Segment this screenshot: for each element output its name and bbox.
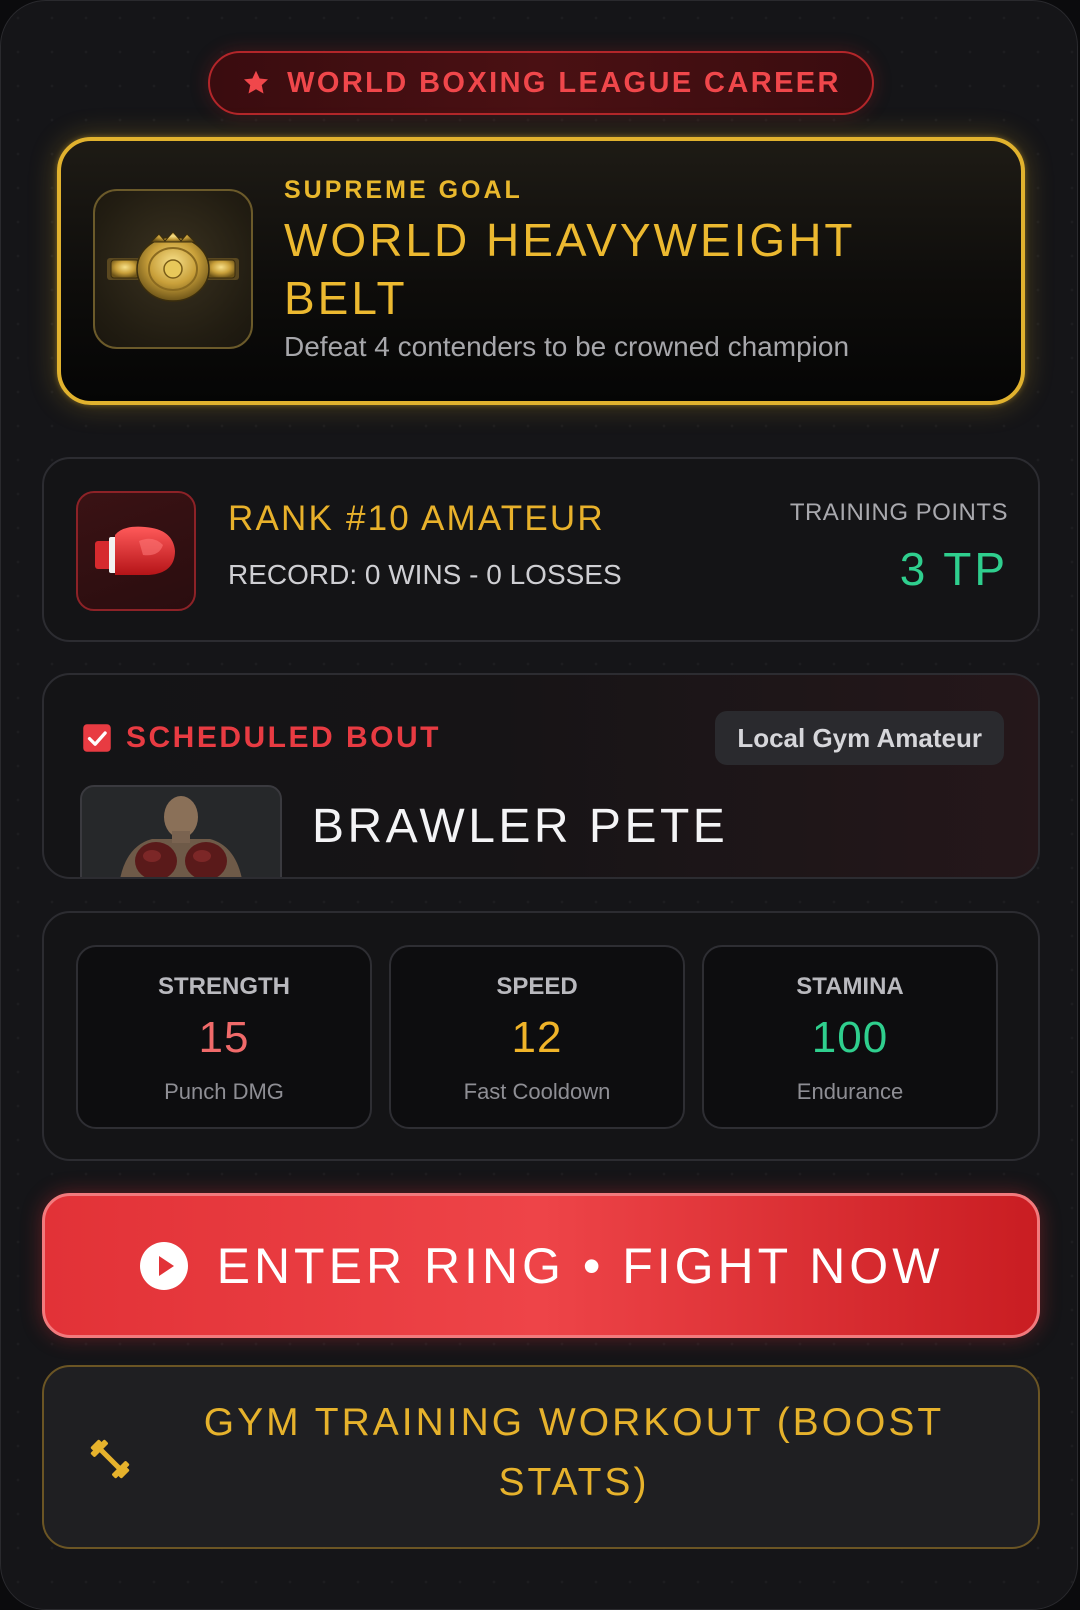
gym-training-label: GYM TRAINING WORKOUT (BOOST STATS) [203,1401,945,1504]
training-points-value: 3 TP [899,543,1008,595]
championship-belt-icon [93,189,253,349]
stat-description: Punch DMG [164,1079,284,1104]
play-circle-icon [139,1241,188,1290]
training-points-label: TRAINING POINTS [789,499,1008,526]
opponent-tier-badge: Local Gym Amateur [715,711,1004,765]
fight-button-label: ENTER RING • FIGHT NOW [216,1237,944,1294]
opponent-name: BRAWLER PETE [312,800,729,853]
fighter-stats-card: STRENGTH 15 Punch DMG SPEED 12 Fast Cool… [42,911,1040,1161]
stat-strength: STRENGTH 15 Punch DMG [76,945,372,1129]
stat-description: Endurance [796,1079,904,1104]
boxing-glove-icon [76,491,196,611]
goal-description: Defeat 4 contenders to be crowned champi… [284,331,850,362]
career-header-title: WORLD BOXING LEAGUE CAREER [287,66,841,99]
enter-ring-fight-button[interactable]: ENTER RING • FIGHT NOW [42,1193,1040,1338]
scheduled-bout-label: SCHEDULED BOUT [126,721,442,754]
stat-name: STRENGTH [158,973,290,1000]
stat-speed: SPEED 12 Fast Cooldown [389,945,685,1129]
stat-value: 15 [198,1013,250,1062]
opponent-portrait [80,785,282,877]
stat-stamina: STAMINA 100 Endurance [702,945,998,1129]
career-status-card: RANK #10 AMATEUR RECORD: 0 WINS - 0 LOSS… [42,457,1040,642]
rank-title: RANK #10 AMATEUR [228,499,605,538]
dumbbell-icon [90,1439,130,1479]
app-frame: WORLD BOXING LEAGUE CAREER SUPREME GOAL … [0,0,1078,1610]
stat-name: STAMINA [796,973,904,1000]
career-header-badge: WORLD BOXING LEAGUE CAREER [208,51,874,115]
stat-value: 12 [511,1013,563,1062]
scheduled-bout-card: SCHEDULED BOUT Local Gym Amateur BRAWLER… [42,673,1040,879]
gym-training-button[interactable]: GYM TRAINING WORKOUT (BOOST STATS) [42,1365,1040,1549]
goal-title: WORLD HEAVYWEIGHT BELT [284,214,855,324]
star-icon [244,70,269,94]
fight-record: RECORD: 0 WINS - 0 LOSSES [228,559,622,590]
stat-name: SPEED [496,973,578,1000]
stat-value: 100 [811,1013,889,1062]
goal-eyebrow: SUPREME GOAL [284,176,523,204]
supreme-goal-card: SUPREME GOAL WORLD HEAVYWEIGHT BELT Defe… [57,137,1025,405]
stat-description: Fast Cooldown [463,1079,611,1104]
checkbox-checked-icon [83,724,111,752]
